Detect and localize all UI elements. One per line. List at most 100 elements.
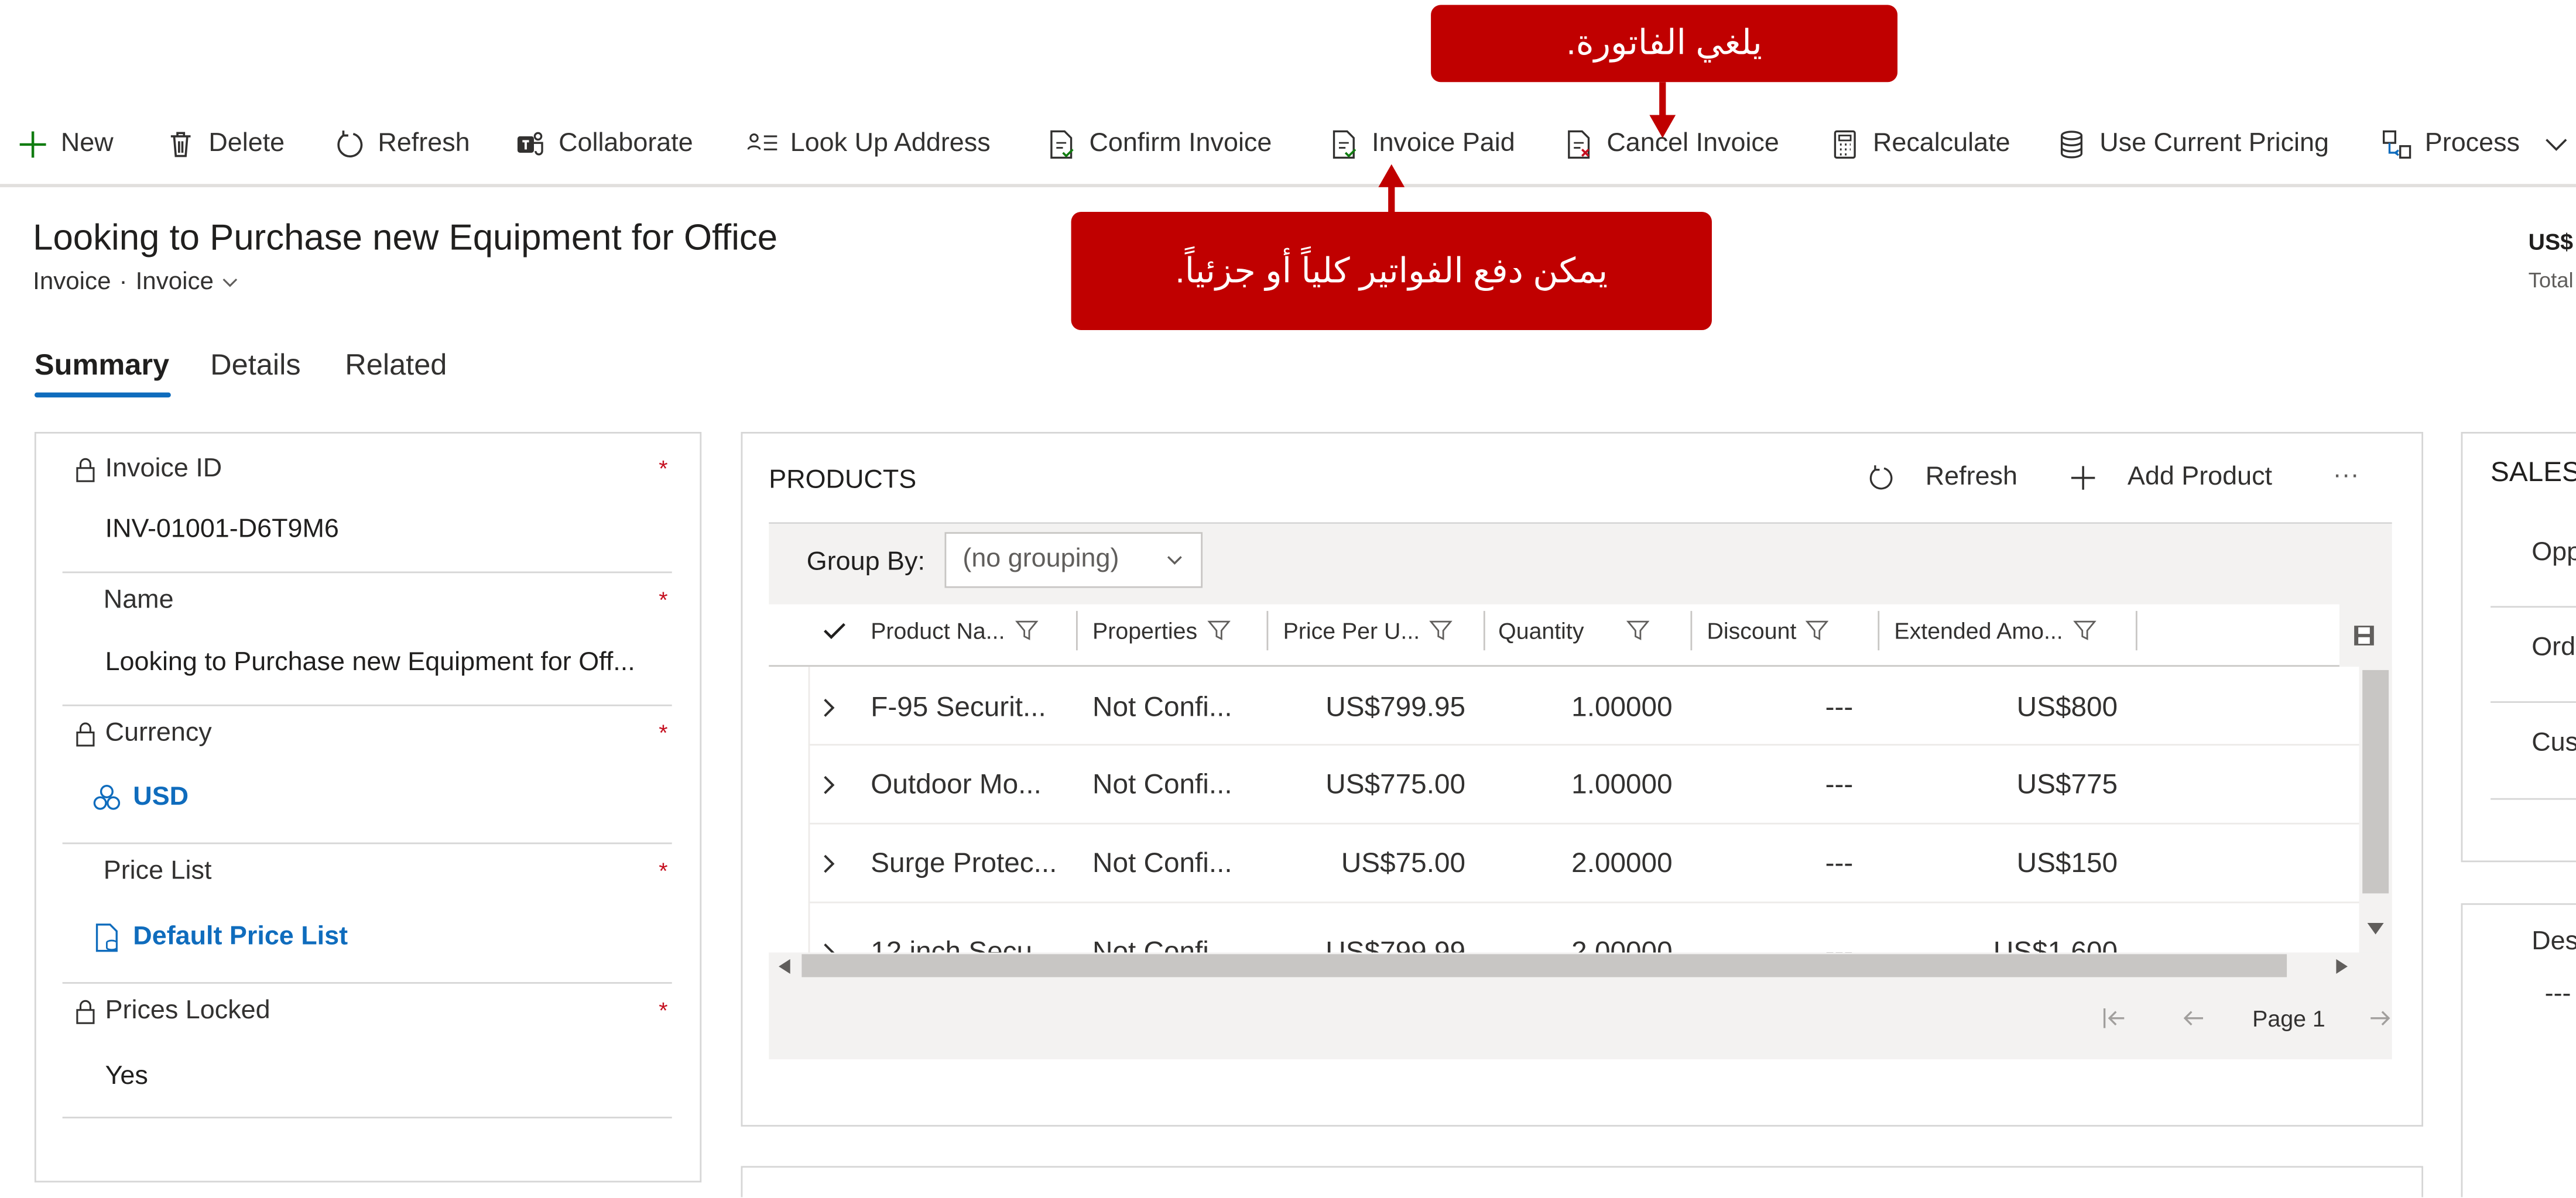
filter-icon: [1430, 620, 1453, 640]
person-list-icon: [747, 133, 777, 150]
table-row[interactable]: 12 inch Secu... Not Confi... US$799.99 2…: [769, 903, 2359, 953]
prices-locked-label-text: Prices Locked: [105, 997, 270, 1025]
callout-paid-arrow-shaft: [1388, 184, 1395, 214]
sales-item-opportunity[interactable]: Opp: [2532, 538, 2576, 568]
plus-icon: [19, 131, 46, 158]
cell-product: 12 inch Secu...: [871, 936, 1056, 953]
column-header-extended[interactable]: Extended Amo...: [1894, 617, 2096, 644]
invoice-id-value[interactable]: INV-01001-D6T9M6: [105, 516, 339, 545]
vertical-scrollbar-thumb[interactable]: [2362, 670, 2389, 894]
select-all-check-icon[interactable]: [821, 617, 848, 644]
cell-price: US$75.00: [1341, 847, 1466, 879]
column-header-quantity[interactable]: Quantity: [1498, 617, 1650, 644]
callout-cancel-arrow-shaft: [1659, 82, 1666, 119]
column-header-discount[interactable]: Discount: [1707, 617, 1830, 644]
cancel-invoice-button-label: Cancel Invoice: [1606, 129, 1779, 158]
process-button-label: Process: [2424, 129, 2520, 158]
table-row[interactable]: F-95 Securit... Not Confi... US$799.95 1…: [769, 667, 2359, 746]
chevron-right-icon[interactable]: [821, 775, 838, 795]
column-header-quantity-label: Quantity: [1498, 617, 1584, 644]
description-value[interactable]: ---: [2545, 980, 2571, 1010]
refresh-button[interactable]: Refresh: [334, 104, 470, 186]
cell-quantity: 2.00000: [1571, 936, 1673, 953]
document-check-icon: [1050, 130, 1074, 159]
column-header-properties[interactable]: Properties: [1092, 617, 1231, 644]
process-button[interactable]: Process: [2380, 104, 2520, 186]
sales-item-order[interactable]: Ord: [2532, 634, 2575, 664]
products-more-button[interactable]: ···: [2333, 462, 2359, 492]
confirm-invoice-button[interactable]: Confirm Invoice: [1045, 104, 1272, 186]
name-value[interactable]: Looking to Purchase new Equipment for Of…: [105, 648, 635, 678]
column-divider[interactable]: [1878, 610, 1880, 651]
currency-value: USD: [133, 783, 189, 812]
lock-icon: [76, 1000, 95, 1024]
column-divider[interactable]: [1075, 610, 1078, 651]
sales-item-customer[interactable]: Cus: [2532, 729, 2576, 759]
callout-paid-arrowhead: [1378, 164, 1405, 187]
lock-icon: [76, 458, 95, 482]
lookup-address-button[interactable]: Look Up Address: [746, 104, 991, 186]
currency-link[interactable]: USD: [90, 782, 189, 815]
cell-extended: US$775: [2016, 768, 2118, 800]
add-product-label: Add Product: [2127, 463, 2273, 492]
required-marker: *: [659, 586, 668, 613]
header-total-currency: US$: [2528, 228, 2574, 255]
table-row[interactable]: Surge Protec... Not Confi... US$75.00 2.…: [769, 825, 2359, 904]
previous-page-icon[interactable]: [2180, 1005, 2207, 1031]
plus-icon: [2071, 466, 2095, 490]
next-page-icon[interactable]: [2368, 1005, 2394, 1031]
column-divider[interactable]: [1266, 610, 1269, 651]
chevron-down-icon: [1167, 556, 1182, 565]
required-marker: *: [659, 997, 668, 1024]
save-view-icon[interactable]: [2352, 624, 2375, 647]
cell-price: US$799.99: [1325, 936, 1466, 953]
form-selector[interactable]: Invoice: [136, 267, 240, 296]
column-header-extended-label: Extended Amo...: [1894, 617, 2063, 644]
field-divider: [62, 1117, 672, 1118]
column-divider[interactable]: [2135, 610, 2137, 651]
use-current-pricing-button[interactable]: Use Current Pricing: [2055, 104, 2329, 186]
cell-properties: Not Confi...: [1092, 691, 1232, 723]
horizontal-scrollbar-thumb[interactable]: [801, 954, 2287, 977]
column-divider[interactable]: [1690, 610, 1693, 651]
prices-locked-value[interactable]: Yes: [105, 1063, 148, 1093]
cell-properties: Not Confi...: [1092, 847, 1232, 879]
subtitle-separator: ·: [119, 267, 128, 296]
new-button[interactable]: New: [16, 104, 114, 186]
confirm-invoice-button-label: Confirm Invoice: [1089, 129, 1272, 158]
chevron-right-icon[interactable]: [821, 854, 838, 874]
scroll-down-icon[interactable]: [2367, 923, 2384, 936]
column-header-price[interactable]: Price Per U...: [1283, 617, 1453, 644]
grid-rows-viewport: F-95 Securit... Not Confi... US$799.95 1…: [769, 667, 2359, 953]
scroll-left-icon[interactable]: [779, 959, 792, 974]
price-list-link[interactable]: Default Price List: [90, 921, 348, 954]
first-page-icon[interactable]: [2101, 1005, 2128, 1031]
add-product-button[interactable]: Add Product: [2068, 463, 2272, 493]
column-header-product[interactable]: Product Na...: [871, 617, 1038, 644]
cell-quantity: 2.00000: [1571, 847, 1673, 879]
chevron-right-icon[interactable]: [821, 943, 838, 953]
price-list-value: Default Price List: [133, 923, 348, 951]
tab-details[interactable]: Details: [210, 348, 300, 383]
cell-discount: ---: [1825, 847, 1854, 879]
column-divider[interactable]: [1483, 610, 1485, 651]
vertical-scrollbar[interactable]: [2359, 667, 2392, 953]
table-row[interactable]: Outdoor Mo... Not Confi... US$775.00 1.0…: [769, 746, 2359, 825]
next-section-card: [741, 1166, 2423, 1197]
tab-summary[interactable]: Summary: [35, 348, 169, 383]
field-divider: [2491, 798, 2576, 800]
scroll-right-icon[interactable]: [2336, 959, 2349, 974]
filter-icon: [2073, 620, 2096, 640]
tab-related[interactable]: Related: [345, 348, 447, 383]
group-by-dropdown[interactable]: (no grouping): [944, 532, 1203, 588]
delete-button[interactable]: Delete: [165, 104, 285, 186]
trash-icon: [170, 132, 191, 157]
collaborate-button[interactable]: Collaborate: [514, 104, 693, 186]
field-divider: [62, 842, 672, 845]
chevron-right-icon[interactable]: [821, 698, 838, 718]
more-commands-button[interactable]: [2540, 104, 2576, 186]
recalculate-button[interactable]: Recalculate: [1828, 104, 2010, 186]
products-refresh-button[interactable]: Refresh: [1866, 463, 2017, 493]
horizontal-scrollbar[interactable]: [769, 952, 2359, 979]
invoice-paid-button[interactable]: Invoice Paid: [1327, 104, 1515, 186]
